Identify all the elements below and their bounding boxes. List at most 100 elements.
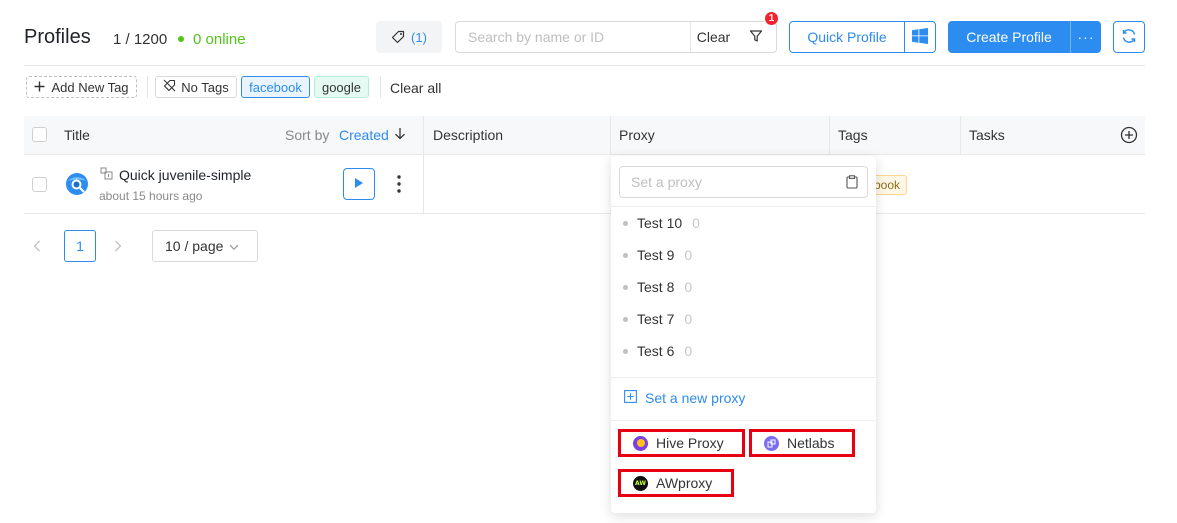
provider-awproxy[interactable]: AW AWproxy [618, 469, 734, 497]
chevron-left-icon [33, 239, 41, 255]
create-profile-button[interactable]: Create Profile [948, 21, 1070, 53]
provider-name: Hive Proxy [656, 435, 724, 451]
profile-created-time: about 15 hours ago [99, 189, 203, 203]
proxy-dot [623, 284, 628, 290]
column-divider [610, 116, 611, 155]
proxy-option-count: 0 [684, 247, 693, 263]
hive-proxy-logo-icon [633, 435, 648, 451]
proxy-option-count: 0 [692, 215, 700, 231]
provider-netlabs[interactable]: Netlabs [749, 429, 855, 457]
set-new-proxy-button[interactable]: Set a new proxy [624, 390, 745, 406]
prev-page-button[interactable] [33, 239, 41, 255]
add-column-button[interactable] [1120, 126, 1138, 147]
chevron-down-icon [229, 238, 239, 254]
proxy-option-name: Test 9 [637, 247, 675, 263]
add-new-tag-button[interactable]: Add New Tag [26, 76, 137, 98]
filter-button[interactable]: 1 [736, 11, 779, 52]
chevron-right-icon [114, 239, 122, 255]
windows-icon [912, 27, 928, 47]
dropdown-divider [611, 377, 876, 378]
next-page-button[interactable] [114, 239, 122, 255]
profile-name[interactable]: Quick juvenile-simple [119, 167, 251, 183]
launch-profile-button[interactable] [343, 168, 375, 200]
refresh-button[interactable] [1113, 21, 1145, 53]
plus-square-icon [624, 390, 637, 406]
sort-by-label: Sort by [285, 127, 330, 143]
proxy-dot [623, 316, 628, 322]
quick-profile-button[interactable]: Quick Profile [789, 21, 905, 53]
provider-name: AWproxy [656, 475, 713, 491]
play-icon [354, 176, 364, 192]
proxy-dot [623, 348, 628, 354]
page-title: Profiles [24, 26, 91, 48]
arrow-down-icon [394, 127, 406, 143]
sort-field-button[interactable]: Created [339, 127, 406, 143]
column-divider [829, 116, 830, 155]
vertical-dots-icon [391, 175, 407, 197]
select-all-checkbox[interactable] [32, 127, 47, 142]
sort-field-label: Created [339, 127, 389, 143]
proxy-option[interactable]: Test 7 0 [623, 305, 863, 333]
table-row [24, 155, 1145, 214]
tag-divider [147, 76, 148, 98]
proxy-input[interactable] [620, 167, 846, 197]
proxy-option-name: Test 10 [637, 215, 683, 231]
browser-avatar-icon [65, 172, 89, 199]
create-more-options-button[interactable]: ··· [1070, 21, 1101, 53]
refresh-icon [1121, 28, 1137, 47]
online-count: 0 online [193, 31, 246, 48]
awproxy-logo-icon: AW [633, 475, 648, 491]
clear-search-button[interactable]: Clear [690, 22, 736, 52]
provider-hive-proxy[interactable]: Hive Proxy [618, 429, 745, 457]
provider-name: Netlabs [787, 435, 835, 451]
proxy-dropdown: Test 10 0 Test 9 0 Test 8 0 Test 7 0 Tes… [611, 156, 876, 513]
dropdown-divider [611, 420, 876, 421]
proxy-option[interactable]: Test 9 0 [623, 241, 863, 269]
no-tag-icon [163, 79, 176, 95]
proxy-option-count: 0 [684, 311, 693, 327]
page-size-select[interactable]: 10 / page [152, 230, 258, 262]
proxy-option[interactable]: Test 10 0 [623, 209, 863, 237]
tag-filter-button[interactable]: (1) [376, 21, 442, 53]
proxy-option-count: 0 [684, 279, 693, 295]
windows-os-button[interactable] [904, 21, 936, 53]
tag-icon [391, 30, 405, 44]
column-divider [960, 116, 961, 155]
row-more-options-button[interactable] [391, 174, 407, 197]
proxy-input-wrapper [619, 166, 868, 198]
proxy-option[interactable]: Test 6 0 [623, 337, 863, 365]
online-status-dot [178, 36, 184, 42]
paste-clipboard-icon[interactable] [846, 175, 858, 189]
column-tasks: Tasks [969, 127, 1005, 143]
pinned-icon [100, 167, 114, 184]
tag-divider [380, 76, 381, 98]
column-tags: Tags [838, 127, 868, 143]
search-box: Clear 1 [455, 11, 779, 53]
add-new-tag-label: Add New Tag [51, 79, 129, 95]
page-size-label: 10 / page [165, 238, 224, 254]
plus-circle-icon [1120, 126, 1138, 147]
header-divider [24, 65, 1145, 66]
column-title: Title [64, 127, 90, 143]
clear-all-tags-button[interactable]: Clear all [390, 80, 441, 96]
proxy-option-count: 0 [684, 343, 693, 359]
filter-count-badge: 1 [764, 11, 779, 26]
plus-icon [34, 80, 45, 95]
column-description: Description [433, 127, 504, 143]
proxy-option[interactable]: Test 8 0 [623, 273, 863, 301]
dropdown-divider [611, 206, 876, 207]
search-input[interactable] [456, 22, 690, 52]
page-number-current[interactable]: 1 [64, 230, 96, 262]
funnel-icon [749, 29, 763, 46]
tag-chip-facebook[interactable]: facebook [241, 76, 310, 98]
no-tags-filter[interactable]: No Tags [155, 76, 237, 98]
tag-chip-google[interactable]: google [314, 76, 369, 98]
column-proxy: Proxy [619, 127, 655, 143]
row-checkbox[interactable] [32, 177, 47, 192]
proxy-option-name: Test 6 [637, 343, 675, 359]
proxy-dot [623, 252, 628, 258]
tag-filter-count: (1) [411, 29, 427, 45]
proxy-dot [623, 220, 628, 226]
no-tags-label: No Tags [181, 79, 229, 95]
proxy-option-name: Test 8 [637, 279, 675, 295]
